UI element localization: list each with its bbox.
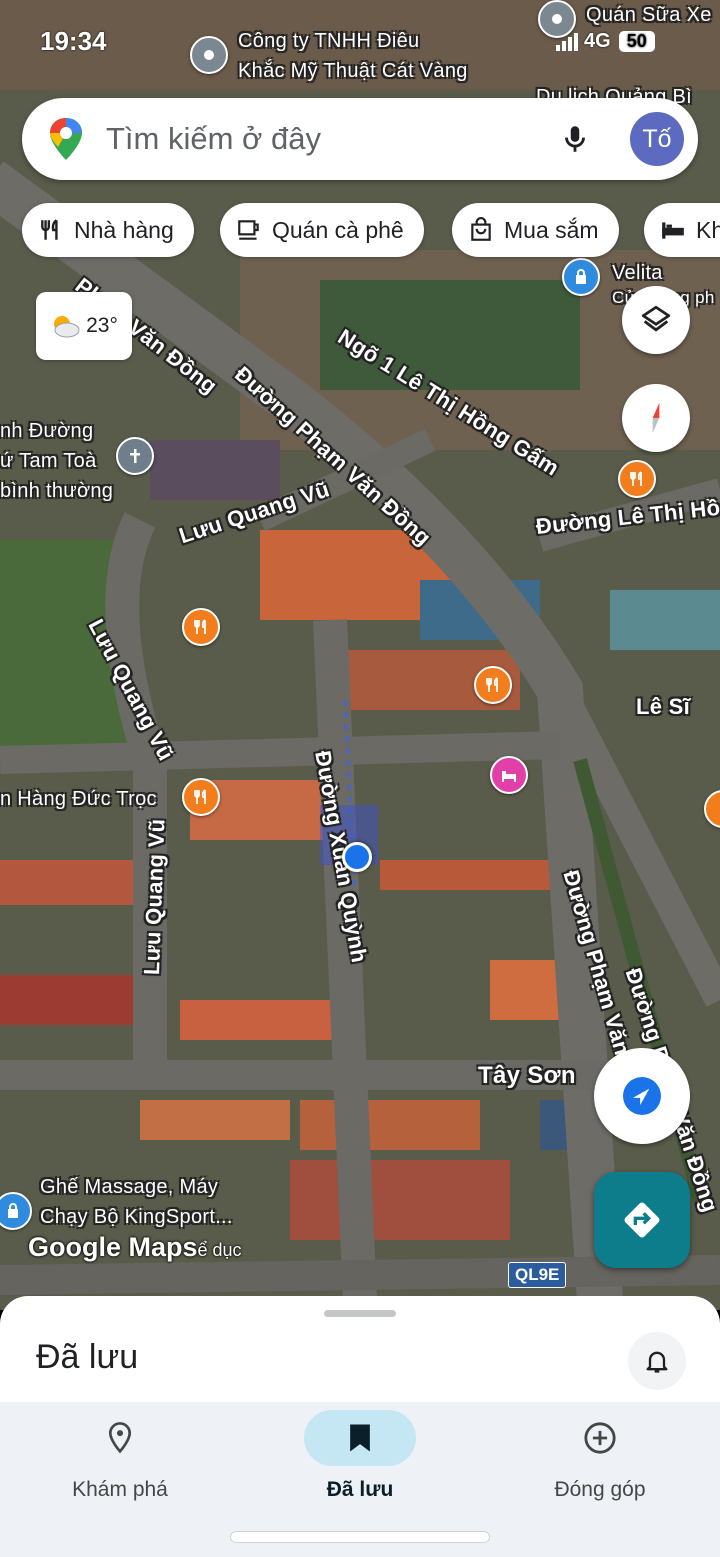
status-icons: 4G 50	[556, 30, 655, 53]
shopping-bag-icon	[576, 269, 586, 284]
poi-pin-restaurant-1[interactable]	[618, 460, 656, 498]
shopping-bag-icon	[471, 217, 491, 241]
nav-explore[interactable]: Khám phá	[0, 1402, 240, 1502]
search-bar[interactable]: Tìm kiếm ở đây Tố	[22, 98, 698, 180]
street-label-le-si: Lê Sĩ	[636, 694, 691, 719]
bell-icon	[646, 1351, 668, 1373]
poi-pin-restaurant-4[interactable]	[182, 778, 220, 816]
compass-icon	[652, 403, 660, 433]
location-pin-icon	[108, 1422, 132, 1454]
add-circle-icon	[584, 1422, 616, 1454]
directions-button[interactable]	[594, 1172, 690, 1268]
nav-saved-icon-wrap	[304, 1410, 416, 1466]
navigation-arrow-icon	[623, 1077, 661, 1115]
partly-cloudy-icon	[54, 316, 80, 338]
map-label-velita: Velita	[612, 262, 663, 284]
directions-icon	[624, 1202, 660, 1238]
poi-pin-restaurant-3[interactable]	[474, 666, 512, 704]
nav-label: Đã lưu	[326, 1478, 394, 1501]
nav-label: Khám phá	[72, 1478, 168, 1501]
poi-pin-velita[interactable]	[562, 258, 600, 296]
restaurant-icon	[194, 619, 206, 634]
weather-widget[interactable]: 23°	[36, 292, 132, 360]
map-label-company: Công ty TNHH Điêu Khắc Mỹ Thuật Cát Vàng	[238, 30, 468, 82]
poi-pin-company[interactable]	[190, 36, 228, 74]
shopping-bag-icon	[8, 1203, 18, 1218]
google-maps-watermark: Google Mapsể dục	[28, 1232, 242, 1262]
restaurant-icon	[486, 677, 498, 692]
restaurant-icon	[194, 789, 206, 804]
network-type: 4G	[584, 30, 611, 52]
map-label-massage: Ghế Massage, Máy Chạy Bộ KingSport...	[40, 1176, 233, 1228]
road-sign: QL9E	[508, 1262, 567, 1288]
layers-button[interactable]	[622, 286, 690, 354]
nav-contribute-icon-wrap	[544, 1410, 656, 1466]
chip-shopping[interactable]: Mua sắm	[452, 203, 619, 257]
coffee-icon	[238, 220, 259, 240]
poi-pin-cafe[interactable]	[538, 0, 576, 38]
chip-label: Quán cà phê	[272, 216, 404, 243]
weather-temperature: 23°	[86, 314, 118, 337]
status-time: 19:34	[40, 26, 107, 56]
chip-label: Mua sắm	[504, 216, 599, 243]
nav-contribute[interactable]: Đóng góp	[480, 1402, 720, 1502]
chip-hotels[interactable]: Kh	[644, 203, 720, 257]
chip-label: Nhà hàng	[74, 216, 174, 243]
restaurant-icon	[630, 471, 642, 486]
street-label-luu-quang-vu-3: Lưu Quang Vũ	[139, 818, 170, 976]
cross-icon	[130, 449, 140, 463]
compass-button[interactable]	[622, 384, 690, 452]
battery-icon: 50	[618, 31, 655, 52]
microphone-icon[interactable]	[558, 122, 592, 156]
home-indicator[interactable]	[230, 1531, 490, 1543]
map-label-duc-troc: n Hàng Đức Trọc	[0, 788, 157, 810]
nav-saved[interactable]: Đã lưu	[240, 1402, 480, 1502]
restaurant-icon	[41, 219, 58, 240]
map-label-church: nh Đường ứ Tam Toà bình thường	[0, 420, 114, 502]
nav-explore-icon-wrap	[64, 1410, 176, 1466]
search-placeholder[interactable]: Tìm kiếm ở đây	[106, 121, 558, 157]
current-location-marker	[342, 842, 372, 872]
map-view[interactable]: 19:34 4G 50 Quán Sữa Xe Công ty TNHH Điê…	[0, 0, 720, 1310]
poi-pin-church[interactable]	[116, 437, 154, 475]
hotel-bed-icon	[662, 222, 684, 239]
sheet-drag-handle[interactable]	[324, 1310, 396, 1317]
my-location-button[interactable]	[594, 1048, 690, 1144]
layers-icon	[641, 305, 671, 332]
location-dot-icon	[204, 50, 214, 60]
nav-label: Đóng góp	[554, 1478, 646, 1501]
sheet-title: Đã lưu	[36, 1338, 139, 1376]
hotel-bed-icon	[502, 771, 516, 782]
chip-label: Kh	[696, 216, 720, 243]
account-avatar[interactable]: Tố	[630, 112, 684, 166]
chip-cafes[interactable]: Quán cà phê	[220, 203, 424, 257]
map-label-poi: Quán Sữa Xe	[586, 4, 712, 26]
bookmark-icon	[350, 1424, 370, 1452]
poi-pin-restaurant-2[interactable]	[182, 608, 220, 646]
street-label-tay-son: Tây Sơn	[478, 1062, 576, 1089]
location-dot-icon	[552, 14, 562, 24]
poi-pin-hotel[interactable]	[490, 756, 528, 794]
chip-restaurants[interactable]: Nhà hàng	[22, 203, 194, 257]
notifications-button[interactable]	[628, 1332, 686, 1390]
google-maps-logo-icon	[50, 118, 82, 160]
